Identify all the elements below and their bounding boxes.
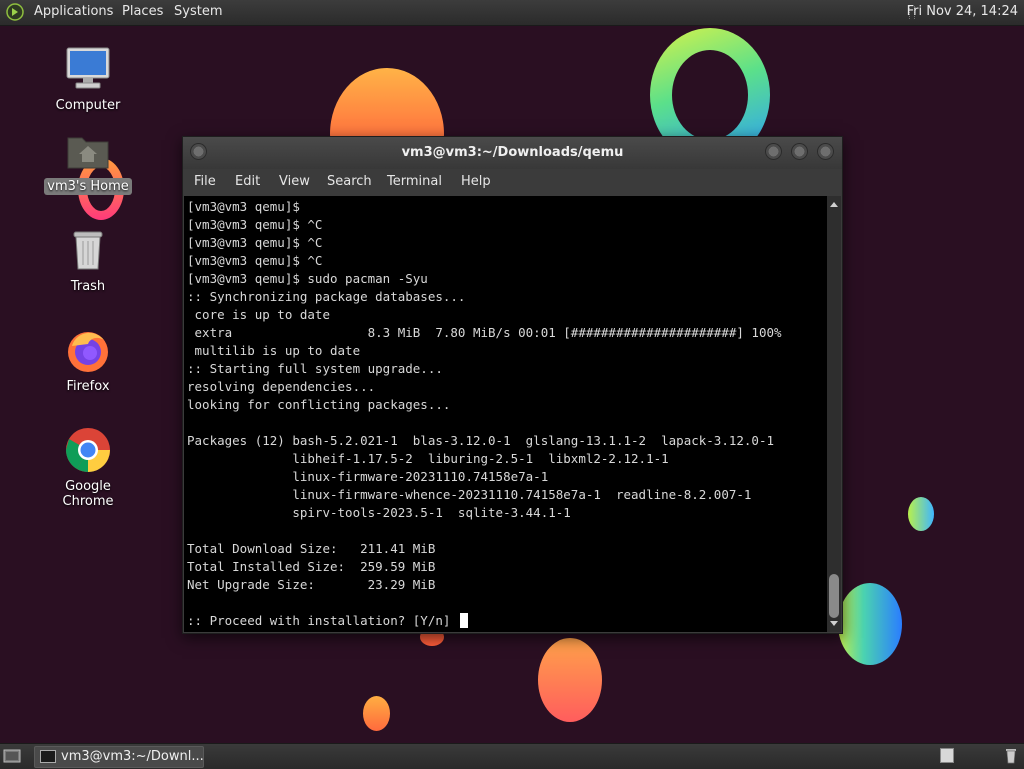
terminal-line: multilib is up to date [187, 343, 361, 358]
scrollbar-thumb[interactable] [829, 574, 839, 618]
distro-logo-icon[interactable] [6, 3, 24, 21]
menu-applications[interactable]: Applications [34, 4, 113, 19]
terminal-line: resolving dependencies... [187, 379, 376, 394]
terminal-line: libheif-1.17.5-2 liburing-2.5-1 libxml2-… [187, 451, 669, 466]
scroll-down-arrow-icon[interactable] [830, 621, 838, 626]
desktop-icon-computer[interactable]: Computer [38, 45, 138, 114]
terminal-line: :: Synchronizing package databases... [187, 289, 466, 304]
terminal-output[interactable]: [vm3@vm3 qemu]$ [vm3@vm3 qemu]$ ^C [vm3@vm… [184, 196, 827, 632]
desktop-icon-label: Firefox [66, 379, 110, 394]
window-titlebar[interactable]: vm3@vm3:~/Downloads/qemu [183, 137, 842, 169]
menu-terminal[interactable]: Terminal [387, 174, 442, 189]
menu-edit[interactable]: Edit [235, 174, 260, 189]
menu-help[interactable]: Help [461, 174, 491, 189]
desktop-icon-chrome[interactable]: Google Chrome [38, 426, 138, 510]
terminal-line: [vm3@vm3 qemu]$ ^C [187, 253, 323, 268]
taskbar-item-label: vm3@vm3:~/Downl... [61, 749, 204, 764]
terminal-line: linux-firmware-whence-20231110.74158e7a-… [187, 487, 752, 502]
desktop-icon-trash[interactable]: Trash [38, 226, 138, 295]
desktop-icon-label: Trash [70, 279, 106, 294]
terminal-line: :: Proceed with installation? [Y/n] [187, 612, 468, 630]
terminal-icon [40, 750, 56, 763]
terminal-cursor [459, 613, 468, 628]
taskbar-item-terminal[interactable]: vm3@vm3:~/Downl... [34, 746, 204, 768]
scroll-up-arrow-icon[interactable] [830, 202, 838, 207]
terminal-window[interactable]: vm3@vm3:~/Downloads/qemu File Edit View … [182, 136, 843, 634]
desktop-icon-label: Computer [55, 98, 121, 113]
wallpaper-orange-bubble-low [538, 638, 602, 722]
terminal-line: [vm3@vm3 qemu]$ ^C [187, 217, 323, 232]
desktop-icon-home[interactable]: vm3's Home [38, 126, 138, 195]
workspace-switcher[interactable] [940, 748, 954, 763]
terminal-line: [vm3@vm3 qemu]$ [187, 199, 300, 214]
chrome-icon [64, 426, 112, 474]
desktop-icon-firefox[interactable]: Firefox [38, 326, 138, 395]
bottom-panel: vm3@vm3:~/Downl... [0, 743, 1024, 769]
close-button[interactable] [817, 143, 834, 160]
maximize-button[interactable] [791, 143, 808, 160]
terminal-line: Total Installed Size: 259.59 MiB [187, 559, 436, 574]
window-title: vm3@vm3:~/Downloads/qemu [401, 145, 624, 160]
home-folder-icon [64, 126, 112, 174]
terminal-menubar: File Edit View Search Terminal Help [183, 169, 842, 196]
trash-icon [64, 226, 112, 274]
desktop-icon-label: Google Chrome [62, 479, 114, 509]
computer-icon [64, 45, 112, 93]
show-desktop-icon[interactable] [3, 747, 21, 765]
terminal-line: spirv-tools-2023.5-1 sqlite-3.44.1-1 [187, 505, 571, 520]
terminal-line: core is up to date [187, 307, 330, 322]
terminal-line: [vm3@vm3 qemu]$ sudo pacman -Syu [187, 271, 428, 286]
terminal-line: Total Download Size: 211.41 MiB [187, 541, 436, 556]
top-panel: Applications Places System Fri Nov 24, 1… [0, 0, 1024, 26]
wallpaper-orange-bubble-small [363, 696, 390, 731]
wallpaper-blue-bubble-small [908, 497, 934, 531]
menu-view[interactable]: View [279, 174, 310, 189]
terminal-line: Packages (12) bash-5.2.021-1 blas-3.12.0… [187, 433, 774, 448]
terminal-line: looking for conflicting packages... [187, 397, 451, 412]
firefox-icon [64, 326, 112, 374]
terminal-line: [vm3@vm3 qemu]$ ^C [187, 235, 323, 250]
terminal-scrollbar[interactable] [827, 196, 841, 632]
terminal-line: extra 8.3 MiB 7.80 MiB/s 00:01 [########… [187, 325, 782, 340]
wallpaper-blue-bubble-big [838, 583, 902, 665]
menu-system[interactable]: System [174, 4, 222, 19]
desktop-icon-label: vm3's Home [44, 178, 132, 195]
clock[interactable]: Fri Nov 24, 14:24 [907, 4, 1018, 19]
menu-search[interactable]: Search [327, 174, 372, 189]
terminal-line: linux-firmware-20231110.74158e7a-1 [187, 469, 549, 484]
minimize-button[interactable] [765, 143, 782, 160]
trash-applet-icon[interactable] [1004, 747, 1018, 765]
menu-places[interactable]: Places [122, 4, 163, 19]
terminal-line: :: Starting full system upgrade... [187, 361, 443, 376]
menu-file[interactable]: File [194, 174, 216, 189]
terminal-line: Net Upgrade Size: 23.29 MiB [187, 577, 436, 592]
